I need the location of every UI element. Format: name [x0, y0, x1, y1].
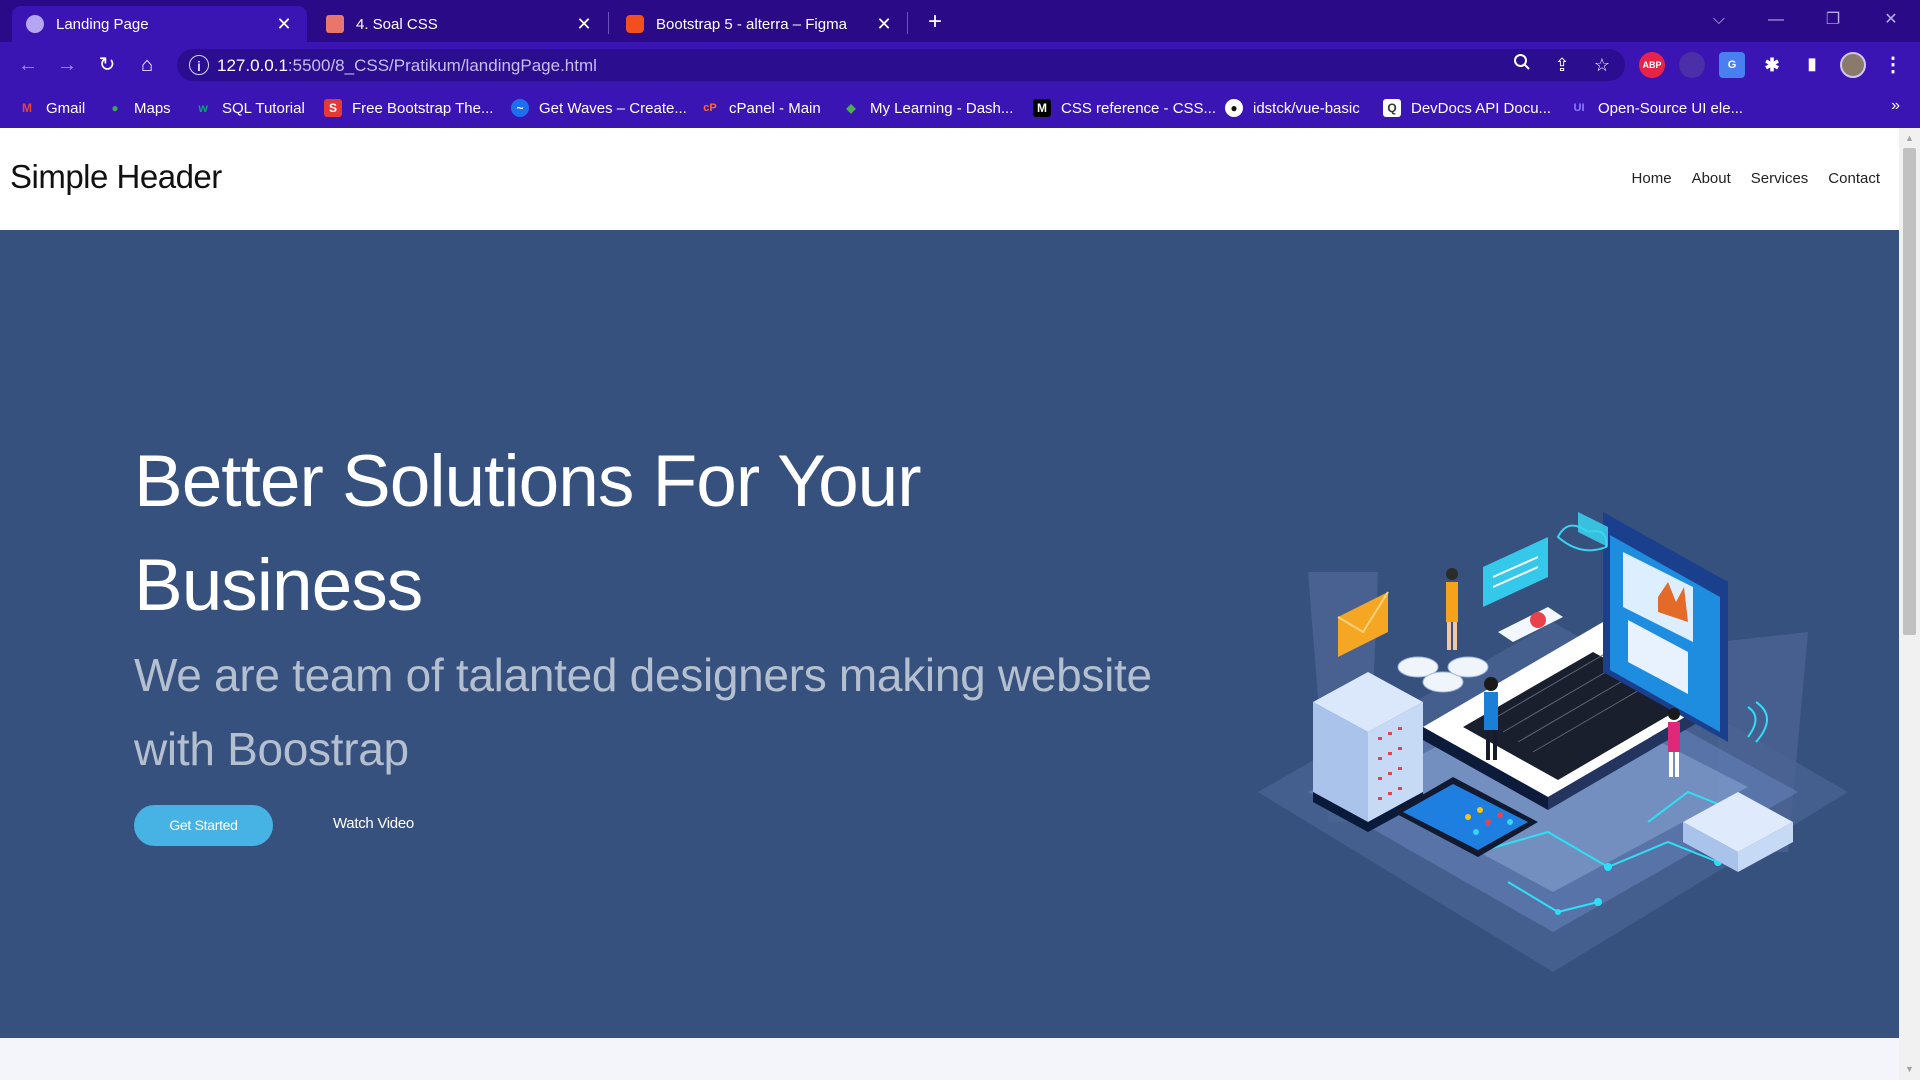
bookmark-css-reference[interactable]: M CSS reference - CSS...	[1033, 97, 1216, 119]
site-header: Simple Header Home About Services Contac…	[0, 128, 1899, 230]
hero-section: Better Solutions For Your Business We ar…	[0, 230, 1899, 1038]
bookmark-label: Open-Source UI ele...	[1598, 99, 1744, 117]
bookmarks-bar: M Gmail ● Maps w SQL Tutorial S Free Boo…	[0, 88, 1920, 128]
extension-dark-icon[interactable]	[1679, 52, 1705, 78]
bookmark-label: SQL Tutorial	[222, 99, 305, 117]
tab-figma[interactable]: Bootstrap 5 - alterra – Figma ✕	[612, 6, 907, 42]
tab-title: Landing Page	[56, 15, 149, 33]
bookmark-vue-basic[interactable]: ● idstck/vue-basic	[1225, 97, 1360, 119]
cpanel-icon: cP	[703, 102, 717, 114]
window-close-button[interactable]: ✕	[1876, 6, 1906, 34]
bookmark-label: Gmail	[46, 99, 86, 117]
scroll-down-arrow[interactable]: ▼	[1899, 1061, 1920, 1078]
google-translate-icon[interactable]: G	[1719, 52, 1745, 78]
bootstrap-themes-icon: S	[324, 99, 342, 117]
profile-avatar-icon[interactable]	[1840, 52, 1866, 78]
get-started-button[interactable]: Get Started	[134, 805, 273, 846]
next-section-top	[0, 1038, 1899, 1080]
url-host: 127.0.0.1	[217, 56, 288, 75]
bookmark-label: CSS reference - CSS...	[1061, 99, 1217, 117]
nav-link-contact[interactable]: Contact	[1828, 170, 1880, 187]
maps-pin-icon: ●	[111, 101, 119, 115]
ui-elements-icon: UI	[1573, 102, 1585, 114]
watch-video-link[interactable]: Watch Video	[333, 815, 414, 832]
bookmark-maps[interactable]: ● Maps	[106, 97, 171, 119]
adblock-plus-icon[interactable]: ABP	[1639, 52, 1665, 78]
devdocs-icon: Q	[1383, 99, 1401, 117]
gmail-icon: M	[22, 101, 32, 115]
puzzle-extensions-icon[interactable]: ✱	[1759, 52, 1785, 78]
back-button[interactable]: ←	[14, 51, 42, 79]
w3schools-icon: w	[198, 101, 208, 115]
url-path: :5500/8_CSS/Pratikum/landingPage.html	[287, 56, 597, 75]
bookmark-gmail[interactable]: M Gmail	[18, 97, 85, 119]
bookmark-cpanel[interactable]: cP cPanel - Main	[701, 97, 821, 119]
menu-kebab-icon[interactable]: ⋮	[1880, 52, 1906, 78]
bookmark-label: My Learning - Dash...	[870, 99, 1014, 117]
share-icon[interactable]: ⇪	[1550, 53, 1574, 77]
document-icon	[326, 15, 344, 33]
bookmark-label: DevDocs API Docu...	[1411, 99, 1552, 117]
forward-button[interactable]: →	[53, 51, 81, 79]
tab-search-button[interactable]: ⌵	[1704, 6, 1734, 34]
tab-title: Bootstrap 5 - alterra – Figma	[656, 15, 847, 33]
page-scrollbar[interactable]: ▲ ▼	[1899, 128, 1920, 1080]
close-icon[interactable]: ✕	[875, 14, 893, 35]
tab-soal-css[interactable]: 4. Soal CSS ✕	[312, 6, 607, 42]
site-brand[interactable]: Simple Header	[10, 158, 222, 196]
site-nav: Home About Services Contact	[1612, 170, 1880, 187]
scroll-up-arrow[interactable]: ▲	[1899, 130, 1920, 147]
bookmark-sql-tutorial[interactable]: w SQL Tutorial	[194, 97, 305, 119]
bookmark-label: idstck/vue-basic	[1253, 99, 1360, 117]
bookmark-my-learning[interactable]: ◆ My Learning - Dash...	[842, 97, 1013, 119]
new-tab-button[interactable]: +	[921, 8, 949, 36]
page-viewport: Simple Header Home About Services Contac…	[0, 128, 1920, 1080]
side-panel-icon[interactable]: ▮	[1799, 52, 1825, 78]
bookmark-free-bootstrap[interactable]: S Free Bootstrap The...	[324, 97, 493, 119]
nav-link-services[interactable]: Services	[1751, 170, 1809, 187]
bookmark-label: Get Waves – Create...	[539, 99, 687, 117]
bookmark-label: cPanel - Main	[729, 99, 821, 117]
reload-button[interactable]: ↻	[93, 51, 121, 79]
bookmark-star-icon[interactable]: ☆	[1590, 53, 1614, 77]
magnifier-icon	[1514, 54, 1530, 70]
browser-tab-strip: Landing Page ✕ 4. Soal CSS ✕ Bootstrap 5…	[0, 0, 1920, 42]
bookmarks-overflow-button[interactable]: »	[1891, 97, 1900, 115]
bookmark-open-source-ui[interactable]: UI Open-Source UI ele...	[1570, 97, 1744, 119]
hero-subtitle: We are team of talanted designers making…	[134, 649, 1152, 775]
bookmark-label: Maps	[134, 99, 171, 117]
mdn-icon: M	[1033, 99, 1051, 117]
address-bar[interactable]: i 127.0.0.1:5500/8_CSS/Pratikum/landingP…	[177, 49, 1625, 81]
tab-title: 4. Soal CSS	[356, 15, 438, 33]
tab-separator	[907, 12, 908, 34]
learning-icon: ◆	[846, 101, 856, 115]
nav-link-about[interactable]: About	[1692, 170, 1731, 187]
github-icon: ●	[1225, 99, 1243, 117]
tab-separator	[608, 12, 609, 34]
globe-icon	[26, 15, 44, 33]
bookmark-label: Free Bootstrap The...	[352, 99, 494, 117]
close-icon[interactable]: ✕	[275, 14, 293, 35]
minimize-button[interactable]: —	[1761, 6, 1791, 34]
hero-title: Better Solutions For Your Business	[134, 441, 922, 626]
restore-button[interactable]: ❐	[1818, 6, 1848, 34]
zoom-icon[interactable]	[1510, 53, 1534, 77]
bookmark-get-waves[interactable]: ~ Get Waves – Create...	[511, 97, 687, 119]
isometric-tech-illustration	[1258, 512, 1848, 972]
browser-toolbar: ← → ↻ ⌂ i 127.0.0.1:5500/8_CSS/Pratikum/…	[0, 42, 1920, 88]
scroll-thumb[interactable]	[1903, 148, 1916, 635]
home-button[interactable]: ⌂	[133, 51, 161, 79]
figma-icon	[626, 15, 644, 33]
waves-icon: ~	[511, 99, 529, 117]
nav-link-home[interactable]: Home	[1632, 170, 1672, 187]
tab-landing-page[interactable]: Landing Page ✕	[12, 6, 307, 42]
bookmark-devdocs[interactable]: Q DevDocs API Docu...	[1383, 97, 1551, 119]
site-info-icon[interactable]: i	[189, 55, 209, 75]
close-icon[interactable]: ✕	[575, 14, 593, 35]
address-url[interactable]: 127.0.0.1:5500/8_CSS/Pratikum/landingPag…	[217, 56, 597, 76]
